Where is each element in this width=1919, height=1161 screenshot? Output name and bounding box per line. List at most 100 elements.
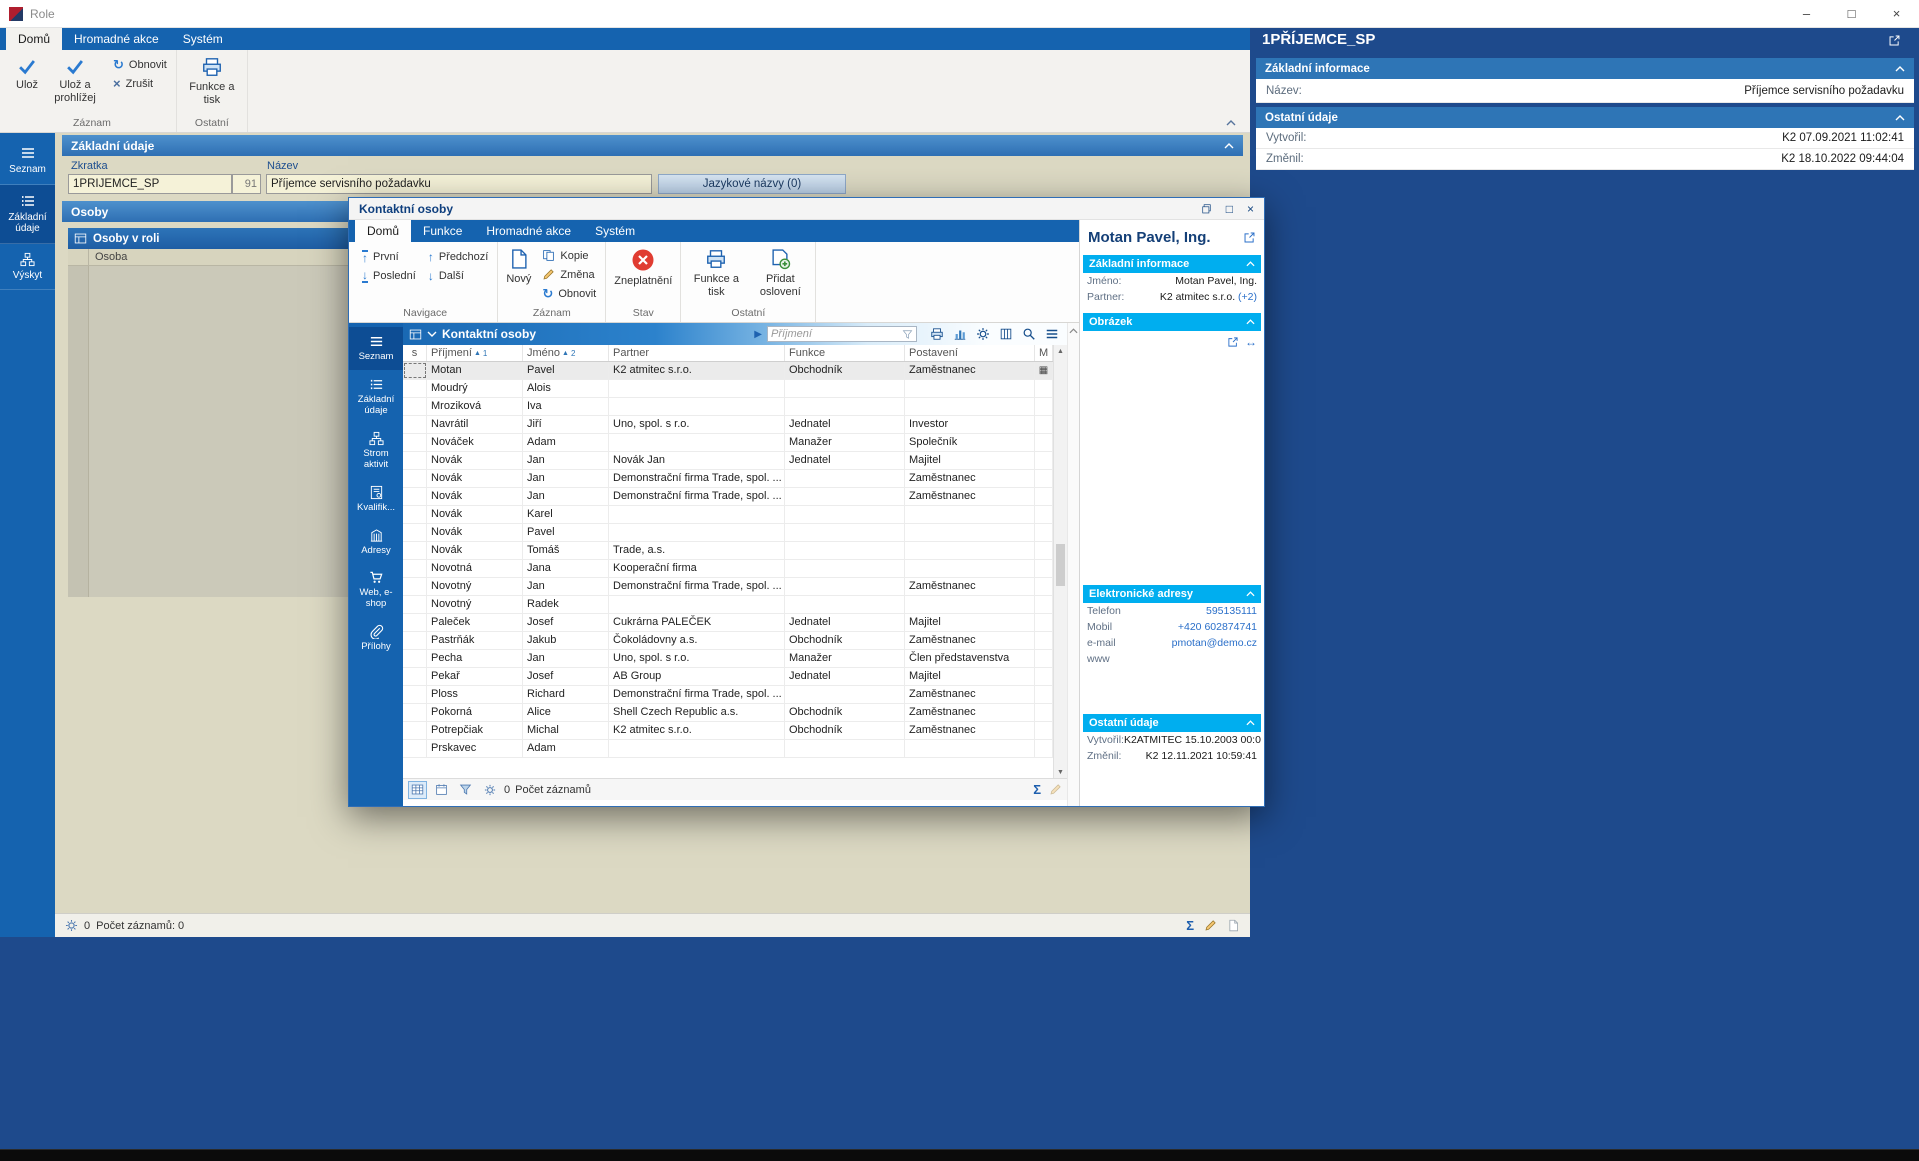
column-header-partner[interactable]: Partner <box>609 345 785 361</box>
table-row[interactable]: Novák Tomáš Trade, a.s. <box>403 542 1053 560</box>
sidebar-item-zakladni-udaje[interactable]: Základní údaje <box>349 370 403 424</box>
chevron-down-icon[interactable] <box>427 331 437 337</box>
column-header-first-name[interactable]: Jméno ▲ 2 <box>523 345 609 361</box>
minimize-button[interactable]: – <box>1784 0 1829 27</box>
column-header-m[interactable]: M <box>1035 345 1053 361</box>
tab-funkce[interactable]: Funkce <box>411 220 474 242</box>
table-row[interactable]: Novák Jan Demonstrační firma Trade, spol… <box>403 488 1053 506</box>
table-row[interactable]: Pecha Jan Uno, spol. s r.o. Manažer Člen… <box>403 650 1053 668</box>
table-row[interactable]: Navrátil Jiří Uno, spol. s r.o. Jednatel… <box>403 416 1053 434</box>
table-row[interactable]: Prskavec Adam <box>403 740 1053 758</box>
filter-button[interactable] <box>456 781 475 799</box>
tab-system[interactable]: Systém <box>583 220 647 242</box>
collapse-section-button[interactable] <box>1224 142 1234 149</box>
table-row[interactable]: Paleček Josef Cukrárna PALEČEK Jednatel … <box>403 614 1053 632</box>
tab-hromadne-akce[interactable]: Hromadné akce <box>62 28 171 50</box>
language-names-button[interactable]: Jazykové názvy (0) <box>658 174 846 194</box>
collapse-section-button[interactable] <box>1246 720 1255 726</box>
save-button[interactable]: Ulož <box>11 52 43 92</box>
table-row[interactable]: Novotná Jana Kooperační firma <box>403 560 1053 578</box>
maximize-button[interactable]: □ <box>1226 203 1233 215</box>
ribbon-collapse-button[interactable] <box>1226 120 1236 126</box>
scrollbar-thumb[interactable] <box>1056 544 1065 587</box>
table-row[interactable]: Pokorná Alice Shell Czech Republic a.s. … <box>403 704 1053 722</box>
document-icon[interactable] <box>1227 919 1240 932</box>
fit-width-icon[interactable]: ↔ <box>1245 335 1257 349</box>
collapse-section-button[interactable] <box>1246 591 1255 597</box>
address-value-link[interactable]: 595135111 <box>1206 605 1257 617</box>
table-scrollbar[interactable]: ▲ ▼ <box>1053 345 1067 778</box>
menu-icon[interactable] <box>1045 327 1059 341</box>
previous-button[interactable]: ↑ Předchozí <box>422 247 495 266</box>
popout-icon[interactable] <box>1243 231 1256 244</box>
filter-icon[interactable] <box>902 329 913 340</box>
table-row[interactable]: Potrepčiak Michal K2 atmitec s.r.o. Obch… <box>403 722 1053 740</box>
scroll-up-icon[interactable]: ▲ <box>1054 345 1067 357</box>
save-and-view-button[interactable]: Ulož a prohlížej <box>43 52 107 104</box>
change-button[interactable]: Změna <box>536 265 602 284</box>
first-button[interactable]: ↑ První <box>356 247 422 266</box>
restore-icon[interactable] <box>1201 203 1212 214</box>
collapse-section-button[interactable] <box>1895 65 1905 72</box>
table-row[interactable]: Novák Karel <box>403 506 1053 524</box>
sidebar-item-web-eshop[interactable]: Web, e-shop <box>349 563 403 617</box>
table-row[interactable]: Pastrňák Jakub Čokoládovny a.s. Obchodní… <box>403 632 1053 650</box>
sum-icon[interactable]: Σ <box>1186 918 1194 933</box>
refresh-button[interactable]: ↻ Obnovit <box>536 284 602 303</box>
table-row[interactable]: Novotný Jan Demonstrační firma Trade, sp… <box>403 578 1053 596</box>
functions-print-button[interactable]: Funkce a tisk <box>684 244 748 298</box>
add-salutation-button[interactable]: Přidat oslovení <box>748 244 812 298</box>
invalidate-button[interactable]: Zneplatnění <box>609 244 677 288</box>
table-row[interactable]: Novotný Radek <box>403 596 1053 614</box>
sum-icon[interactable]: Σ <box>1033 782 1041 797</box>
edit-icon[interactable] <box>1049 783 1062 796</box>
sidebar-item-seznam[interactable]: Seznam <box>0 137 55 185</box>
scroll-down-icon[interactable]: ▼ <box>1054 766 1067 778</box>
shortcut-input[interactable] <box>68 174 232 194</box>
tab-domu[interactable]: Domů <box>6 28 63 50</box>
edit-icon[interactable] <box>1204 919 1217 932</box>
column-header-position[interactable]: Postavení <box>905 345 1035 361</box>
maximize-button[interactable]: □ <box>1829 0 1874 27</box>
table-row[interactable]: Novák Pavel <box>403 524 1053 542</box>
collapse-section-button[interactable] <box>1246 319 1255 325</box>
search-input[interactable] <box>771 328 902 340</box>
sidebar-item-prilohy[interactable]: Přílohy <box>349 617 403 660</box>
sidebar-item-seznam[interactable]: Seznam <box>349 327 403 370</box>
calendar-view-button[interactable] <box>432 781 451 799</box>
table-row[interactable]: Motan Pavel K2 atmitec s.r.o. Obchodník … <box>403 362 1053 380</box>
table-row[interactable]: Novák Jan Novák Jan Jednatel Majitel <box>403 452 1053 470</box>
cancel-button[interactable]: × Zrušit <box>107 74 173 93</box>
table-row[interactable]: Nováček Adam Manažer Společník <box>403 434 1053 452</box>
column-header-surname[interactable]: Příjmení ▲ 1 <box>427 345 523 361</box>
copy-button[interactable]: Kopie <box>536 246 602 265</box>
column-header-function[interactable]: Funkce <box>785 345 905 361</box>
column-header-state[interactable]: s <box>403 345 427 361</box>
tab-hromadne-akce[interactable]: Hromadné akce <box>474 220 583 242</box>
tab-domu[interactable]: Domů <box>355 220 412 242</box>
close-button[interactable]: × <box>1247 203 1254 215</box>
name-input[interactable] <box>266 174 652 194</box>
table-row[interactable]: Novák Jan Demonstrační firma Trade, spol… <box>403 470 1053 488</box>
new-button[interactable]: Nový <box>501 244 536 286</box>
grid-view-button[interactable] <box>408 780 427 799</box>
gear-icon[interactable] <box>65 919 78 932</box>
close-button[interactable]: × <box>1874 0 1919 27</box>
collapse-section-button[interactable] <box>1895 114 1905 121</box>
play-icon[interactable]: ▶ <box>754 329 762 340</box>
print-icon[interactable] <box>930 327 944 341</box>
panel-splitter[interactable] <box>1067 323 1079 806</box>
address-value-link[interactable]: pmotan@demo.cz <box>1172 637 1257 649</box>
zoom-icon[interactable] <box>1022 327 1036 341</box>
gear-icon[interactable] <box>480 781 499 799</box>
refresh-button[interactable]: ↻ Obnovit <box>107 55 173 74</box>
table-row[interactable]: Pekař Josef AB Group Jednatel Majitel <box>403 668 1053 686</box>
sidebar-item-strom-aktivit[interactable]: Strom aktivit <box>349 424 403 478</box>
popout-icon[interactable] <box>1227 336 1239 348</box>
address-value-link[interactable]: +420 602874741 <box>1178 621 1257 633</box>
popout-icon[interactable] <box>1888 34 1901 47</box>
table-row[interactable]: Moudrý Alois <box>403 380 1053 398</box>
columns-icon[interactable] <box>999 327 1013 341</box>
table-row[interactable]: Ploss Richard Demonstrační firma Trade, … <box>403 686 1053 704</box>
last-button[interactable]: ↓ Poslední <box>356 266 422 285</box>
